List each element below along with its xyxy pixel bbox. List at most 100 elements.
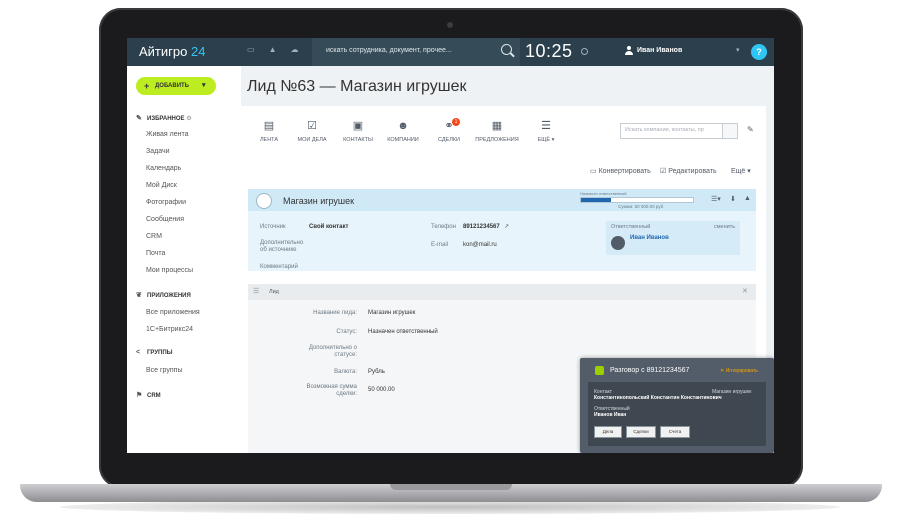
card-title: Магазин игрушек [283,196,355,206]
app-screen: Айтигро 24 ▭ ▲ ☁ искать сотрудника, доку… [127,38,774,453]
sidebar-section-crm[interactable]: ⚑ CRM [136,391,161,399]
edit-button[interactable]: ☑ Редактировать [660,167,717,175]
add-button-label: ДОБАВИТЬ [155,83,189,89]
comment-key: Комментарий [260,264,298,270]
help-button[interactable]: ? [751,44,767,60]
field-value: Назначен ответственный [368,329,438,335]
avatar [611,236,625,250]
sidebar-item-all-groups[interactable]: Все группы [146,367,183,374]
sidebar-item-crm[interactable]: CRM [146,233,162,240]
sidebar-item-messages[interactable]: Сообщения [146,216,184,223]
top-bar: Айтигро 24 ▭ ▲ ☁ искать сотрудника, доку… [127,38,774,66]
field-value: Рубль [368,369,385,375]
crm-search-input[interactable]: Искать компании, контакты, пр [620,123,738,139]
contact-icon: ▣ [352,120,364,132]
sidebar-item-1c[interactable]: 1С+Битрикс24 [146,326,193,333]
sidebar-section-favorites[interactable]: ✎ ИЗБРАННОЕ ⚙ [136,114,192,122]
field-key: Возможная сумма сделки: [306,384,357,397]
field-value: Магазин игрушек [368,310,416,316]
microphone-icon [595,366,604,375]
sidebar-section-apps[interactable]: ❦ ПРИЛОЖЕНИЯ [136,291,191,299]
toolbar-my-activities[interactable]: ☑ МОИ ДЕЛА [290,120,334,143]
collapse-icon[interactable]: ▲ [744,195,751,202]
call-popup: Разговор с 89121234567 ✕ Игнорировать Ко… [580,358,774,453]
toolbar-label: СДЕЛКИ [437,137,460,143]
share-icon: < [136,349,141,356]
responsible-label: Ответственный [611,224,651,230]
sidebar-section-groups[interactable]: < ГРУППЫ [136,349,173,356]
field-key: Дополнительно о статусе: [308,345,357,358]
convert-label: Конвертировать [598,168,651,175]
source-key: Источник [260,224,286,230]
activities-button[interactable]: Дела [594,426,622,438]
list-icon: ☰ [541,120,551,132]
change-link[interactable]: сменить [714,224,735,230]
add-button[interactable]: + ДОБАВИТЬ ▾ [136,77,216,95]
toolbar-companies[interactable]: ☻ КОМПАНИИ [381,120,425,143]
phone-call-icon[interactable]: ↗ [504,223,509,230]
toolbar-label: ЕЩЁ [537,137,551,143]
sidebar-item-all-apps[interactable]: Все приложения [146,309,200,316]
status-label: Назначен ответственный [580,191,627,196]
chevron-down-icon[interactable]: ▾ [736,46,740,54]
users-icon: ☻ [397,120,409,132]
phone-value[interactable]: 89121234567 [463,224,500,230]
chat-icon[interactable]: ▭ [247,45,255,54]
lead-header-title: Лид [269,289,279,295]
responsible-name[interactable]: Иван Иванов [630,235,669,241]
global-search-input[interactable]: искать сотрудника, документ, прочее... [326,47,452,54]
toolbar-label: КОМПАНИИ [387,137,419,143]
field-value: 50 000.00 [368,387,395,393]
responsible-value[interactable]: Иванов Иван [594,412,626,418]
email-value[interactable]: kon@mail.ru [463,242,497,248]
toolbar-contacts[interactable]: ▣ КОНТАКТЫ [336,120,380,143]
edit-icon: ☑ [660,168,667,175]
sidebar-item-mail[interactable]: Почта [146,250,165,257]
ignore-button[interactable]: ✕ Игнорировать [720,368,758,374]
toolbar-feed[interactable]: ▤ ЛЕНТА [247,120,291,143]
sidebar-item-tasks[interactable]: Задачи [146,148,170,155]
sidebar-item-calendar[interactable]: Календарь [146,165,181,172]
clock[interactable]: 10:25 [525,41,573,62]
sidebar-item-processes[interactable]: Мои процессы [146,267,193,274]
pin-icon[interactable]: ✎ [747,125,754,134]
timer-icon[interactable] [581,48,588,55]
apps-icon: ❦ [136,292,142,299]
toolbar-label: ЛЕНТА [259,137,279,143]
toolbar-more[interactable]: ☰ ЕЩЁ ▾ [524,120,568,143]
invoices-button[interactable]: Счета [660,426,690,438]
document-icon: ▦ [491,120,503,132]
download-icon[interactable]: ⬇ [730,195,736,203]
convert-icon: ▭ [590,168,597,175]
field-key: Статус: [336,329,357,335]
global-search[interactable]: искать сотрудника, документ, прочее... [312,38,520,66]
gear-icon[interactable]: ⚙ [186,116,191,122]
email-key: E-mail [431,242,449,248]
sidebar-item-photos[interactable]: Фотографии [146,199,186,206]
convert-button[interactable]: ▭ Конвертировать [590,167,651,175]
drag-handle-icon[interactable]: ☰ [253,287,259,295]
bell-icon[interactable]: ▲ [269,45,277,54]
app-logo[interactable]: Айтигро 24 [139,44,205,59]
close-icon[interactable]: ✕ [742,287,748,295]
section-label: ИЗБРАННОЕ [147,116,185,122]
more-actions-button[interactable]: Ещё ▾ [731,167,751,175]
card-menu-icon[interactable]: ☰▾ [711,195,721,203]
status-progress[interactable] [580,197,694,203]
deals-button[interactable]: Сделки [626,426,656,438]
section-label: ГРУППЫ [147,350,173,356]
sidebar-item-disk[interactable]: Мой Диск [146,182,177,189]
feed-icon: ▤ [263,120,275,132]
toolbar-offers[interactable]: ▦ ПРЕДЛОЖЕНИЯ [475,120,519,143]
chevron-down-icon: ▾ [202,82,206,89]
page-title: Лид №63 — Магазин игрушек [247,78,467,95]
contact-name[interactable]: Константинопольский Константин Константи… [594,395,722,401]
cloud-icon[interactable]: ☁ [290,45,298,54]
search-icon[interactable] [501,44,512,55]
toolbar-deals[interactable]: ⚭ СДЕЛКИ 1 [427,118,471,143]
lead-header: ☰ Лид ✕ [248,284,756,300]
toolbar-label: КОНТАКТЫ [343,137,373,143]
search-icon[interactable] [722,123,738,139]
sidebar-item-feed[interactable]: Живая лента [146,131,189,138]
user-name[interactable]: Иван Иванов [637,47,682,54]
